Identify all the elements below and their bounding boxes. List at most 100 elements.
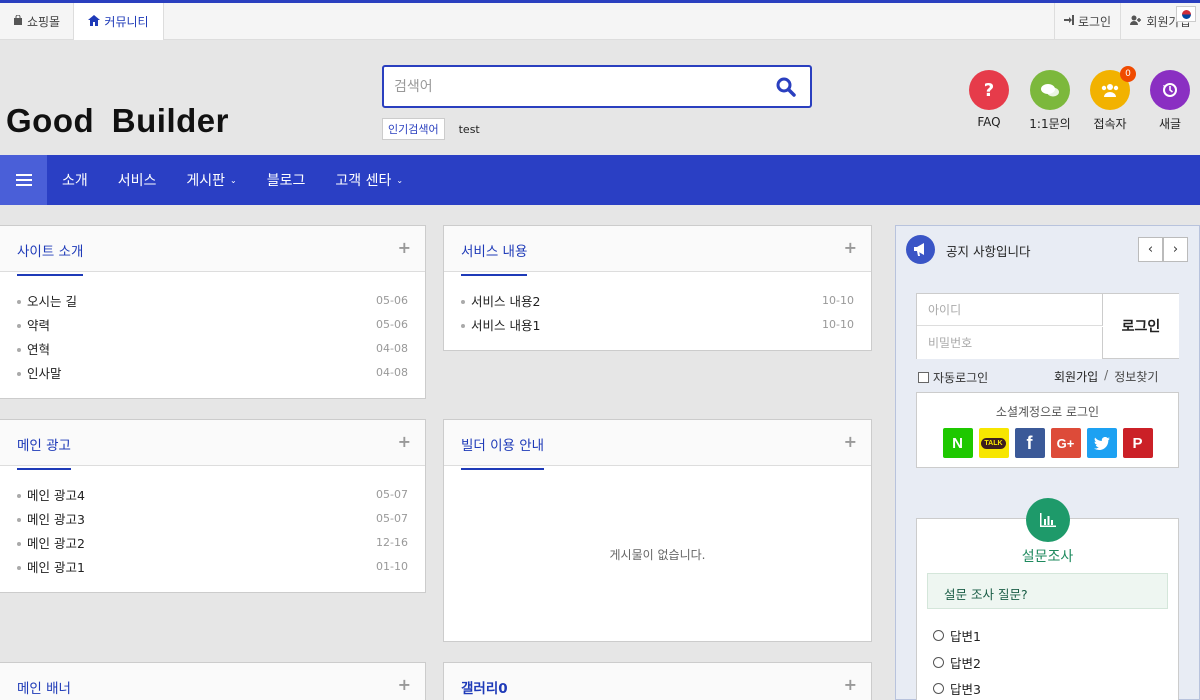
history-icon [1150, 70, 1190, 110]
visitors-badge: 0 [1120, 66, 1136, 82]
shopping-bag-icon [13, 14, 23, 28]
post-title: 서비스 내용2 [461, 291, 540, 310]
list-item[interactable]: 약력 05-06 [17, 312, 408, 336]
post-date: 05-07 [376, 511, 408, 525]
google-plus-icon[interactable]: G+ [1050, 428, 1081, 458]
empty-message: 게시물이 없습니다. [609, 548, 706, 562]
username-field[interactable] [917, 294, 1103, 326]
quick-faq-label: FAQ [977, 115, 1001, 129]
chevron-down-icon: ⌄ [396, 175, 404, 185]
list-item[interactable]: 연혁 04-08 [17, 336, 408, 360]
list-item[interactable]: 오시는 길 05-06 [17, 288, 408, 312]
tab-community[interactable]: 커뮤니티 [74, 3, 164, 40]
list-item[interactable]: 서비스 내용2 10-10 [461, 288, 854, 312]
box-title[interactable]: 메인 광고 [17, 434, 71, 470]
main-nav: 소개 서비스 게시판 ⌄ 블로그 고객 센타 ⌄ [0, 155, 1200, 205]
plus-icon[interactable]: + [844, 238, 857, 257]
quick-inquiry[interactable]: 1:1문의 [1020, 70, 1080, 132]
list-item[interactable]: 인사말 04-08 [17, 360, 408, 384]
kakao-icon[interactable]: TALK [978, 428, 1009, 458]
question-icon: ? [969, 70, 1009, 110]
site-header: Good Builder 인기검색어 test ? FAQ 1:1문의 0 접속… [0, 40, 1200, 155]
password-field[interactable] [917, 327, 1103, 359]
naver-icon[interactable]: N [942, 428, 973, 458]
social-login: 소셜계정으로 로그인 N TALK f G+ P [916, 392, 1179, 468]
nav-item-label: 게시판 [186, 173, 226, 189]
join-link[interactable]: 회원가입 [1054, 368, 1098, 385]
site-logo[interactable]: Good Builder [6, 102, 229, 140]
nav-item-support[interactable]: 고객 센타 ⌄ [320, 155, 418, 205]
box-main-banner: 메인 배너 + [0, 662, 426, 700]
menu-toggle-icon[interactable] [0, 155, 47, 205]
box-title[interactable]: 빌더 이용 안내 [461, 434, 545, 470]
facebook-icon[interactable]: f [1014, 428, 1045, 458]
search-input[interactable] [394, 75, 764, 99]
list-item[interactable]: 서비스 내용1 10-10 [461, 312, 854, 336]
poll-radio[interactable] [933, 630, 944, 641]
post-title: 연혁 [17, 339, 50, 358]
nav-item-service[interactable]: 서비스 [103, 155, 172, 205]
nav-item-intro[interactable]: 소개 [47, 155, 103, 205]
post-title: 메인 광고2 [17, 533, 85, 552]
box-title[interactable]: 메인 배너 [17, 677, 71, 700]
list-item[interactable]: 메인 광고3 05-07 [17, 506, 408, 530]
megaphone-icon [906, 235, 935, 264]
poll-radio[interactable] [933, 657, 944, 668]
auto-login-checkbox[interactable] [918, 372, 929, 383]
plus-icon[interactable]: + [398, 432, 411, 451]
pinterest-icon[interactable]: P [1122, 428, 1153, 458]
login-button[interactable]: 로그인 [1103, 294, 1179, 358]
right-sidebar: 공지 사항입니다 ‹ › 로그인 자동로그인 회원가입 / 정보찾기 소셜계정으… [895, 225, 1200, 700]
list-item[interactable]: 메인 광고1 01-10 [17, 554, 408, 578]
plus-icon[interactable]: + [398, 675, 411, 694]
auto-login[interactable]: 자동로그인 [918, 369, 988, 386]
auto-login-label: 자동로그인 [933, 371, 989, 385]
box-title[interactable]: 갤러리0 [461, 677, 508, 700]
box-builder-guide: 빌더 이용 안내 + 게시물이 없습니다. [443, 419, 872, 642]
korean-flag-icon[interactable] [1176, 6, 1196, 22]
list-item[interactable]: 메인 광고4 05-07 [17, 482, 408, 506]
users-icon: 0 [1090, 66, 1136, 110]
top-login-label: 로그인 [1077, 15, 1112, 29]
login-form: 로그인 [916, 293, 1179, 359]
nav-item-label: 서비스 [117, 173, 157, 189]
post-date: 04-08 [376, 365, 408, 379]
box-header: 갤러리0 + [444, 663, 871, 700]
twitter-icon[interactable] [1086, 428, 1117, 458]
nav-item-board[interactable]: 게시판 ⌄ [171, 155, 251, 205]
poll-option-label: 답변1 [950, 629, 981, 644]
post-list: 메인 광고4 05-07 메인 광고3 05-07 메인 광고2 12-16 메인 광… [0, 466, 425, 578]
poll-radio[interactable] [933, 683, 944, 694]
find-info-link[interactable]: 정보찾기 [1114, 368, 1158, 385]
search-box [382, 65, 812, 108]
box-title[interactable]: 사이트 소개 [17, 240, 84, 276]
poll-option[interactable]: 답변1 [933, 626, 981, 645]
poll-question: 설문 조사 질문? [927, 573, 1168, 609]
quick-visitors[interactable]: 0 접속자 [1080, 66, 1140, 132]
plus-icon[interactable]: + [398, 238, 411, 257]
post-list: 오시는 길 05-06 약력 05-06 연혁 04-08 인사말 04-08 [0, 272, 425, 384]
plus-icon[interactable]: + [844, 675, 857, 694]
popular-keywords: 인기검색어 test [382, 118, 480, 140]
nav-item-label: 소개 [62, 173, 88, 189]
poll-option[interactable]: 답변2 [933, 653, 981, 672]
quick-faq[interactable]: ? FAQ [959, 70, 1019, 129]
nav-menu: 소개 서비스 게시판 ⌄ 블로그 고객 센타 ⌄ [47, 155, 418, 205]
plus-icon[interactable]: + [844, 432, 857, 451]
user-plus-icon [1130, 15, 1142, 28]
popular-keyword-link[interactable]: test [459, 123, 480, 136]
quick-new-posts[interactable]: 새글 [1140, 70, 1200, 132]
poll-option[interactable]: 답변3 [933, 679, 981, 698]
next-arrow-icon[interactable]: › [1163, 237, 1188, 262]
nav-item-blog[interactable]: 블로그 [252, 155, 321, 205]
search-icon[interactable] [776, 77, 796, 97]
top-login-link[interactable]: 로그인 [1054, 3, 1120, 40]
list-item[interactable]: 메인 광고2 12-16 [17, 530, 408, 554]
prev-arrow-icon[interactable]: ‹ [1138, 237, 1163, 262]
nav-item-label: 블로그 [266, 173, 306, 189]
notice-text[interactable]: 공지 사항입니다 [946, 241, 1030, 260]
tab-shop[interactable]: 쇼핑몰 [0, 3, 74, 40]
tab-community-label: 커뮤니티 [104, 15, 149, 29]
box-title[interactable]: 서비스 내용 [461, 240, 528, 276]
post-title: 오시는 길 [17, 291, 77, 310]
